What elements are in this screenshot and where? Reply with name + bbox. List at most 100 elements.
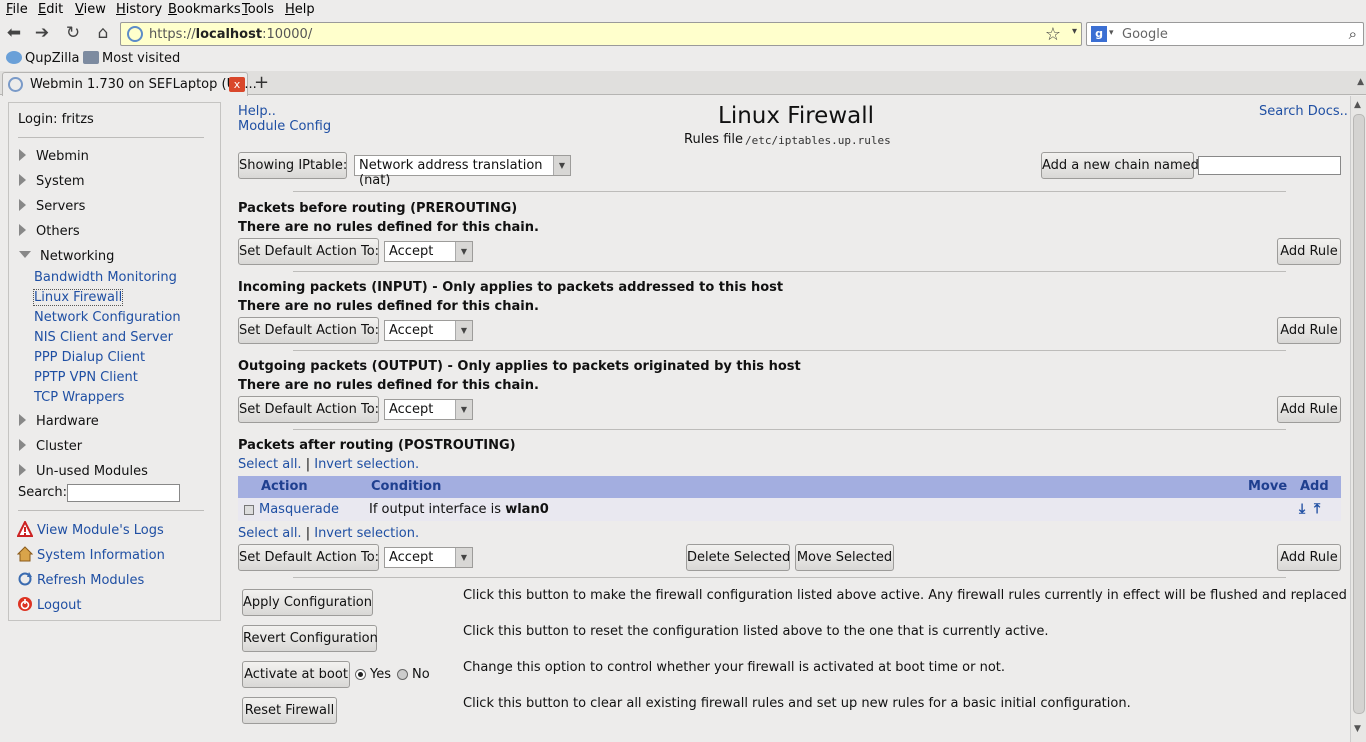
delete-selected-button[interactable]: Delete Selected [686,544,790,571]
url-text: https://localhost:10000/ [149,27,313,42]
scroll-down-icon[interactable]: ▼ [1354,724,1361,734]
rules-file-label: Rules file [684,132,744,147]
module-config-link[interactable]: Module Config [238,119,331,134]
search-bar[interactable]: g ▾ Google ⌕ [1086,22,1364,46]
reload-icon[interactable]: ↻ [63,23,83,43]
module-pptp-vpn[interactable]: PPTP VPN Client [34,370,138,385]
module-ppp-dialup[interactable]: PPP Dialup Client [34,350,145,365]
bookmark-qupzilla[interactable]: QupZilla [6,51,79,66]
menu-history[interactable]: History [116,2,162,17]
add-rule-button[interactable]: Add Rule [1277,317,1341,344]
scrollbar-thumb[interactable] [1353,114,1365,714]
default-action-select[interactable]: Accept ▼ [384,399,473,420]
category-servers[interactable]: Servers [19,199,85,214]
category-label: Networking [40,249,115,264]
vertical-scrollbar[interactable]: ▲ ▼ [1350,96,1366,742]
system-information-link[interactable]: System Information [17,546,165,563]
showing-iptable-button[interactable]: Showing IPtable: [238,152,347,179]
url-bar[interactable]: https://localhost:10000/ ☆ ▾ [120,22,1082,46]
default-action-select[interactable]: Accept ▼ [384,320,473,341]
category-cluster[interactable]: Cluster [19,439,82,454]
set-default-action-button[interactable]: Set Default Action To: [238,238,379,265]
category-webmin[interactable]: Webmin [19,149,89,164]
login-label: Login: fritzs [18,112,94,127]
default-action-value: Accept [389,244,434,259]
category-hardware[interactable]: Hardware [19,414,99,429]
module-tcp-wrappers[interactable]: TCP Wrappers [34,390,124,405]
sidebar-search-input[interactable] [67,484,180,502]
search-placeholder: Google [1122,27,1168,42]
activate-at-boot-button[interactable]: Activate at boot [242,661,350,688]
link-label: View Module's Logs [37,523,164,538]
boot-yes-radio[interactable] [355,669,366,680]
iptable-select-value: Network address translation (nat) [359,158,543,188]
search-icon[interactable]: ⌕ [1349,25,1357,43]
add-rule-above-icon[interactable]: ⤒ [1314,501,1320,517]
move-selected-button[interactable]: Move Selected [795,544,894,571]
logout-link[interactable]: Logout [17,596,82,613]
menu-help[interactable]: Help [285,2,315,17]
help-link[interactable]: Help.. [238,104,276,119]
reset-firewall-button[interactable]: Reset Firewall [242,697,337,724]
default-action-select[interactable]: Accept ▼ [384,547,473,568]
category-label: System [36,174,85,189]
tab-webmin[interactable]: Webmin 1.730 on SEFLaptop (Ub... x [2,72,257,96]
category-system[interactable]: System [19,174,84,189]
url-dropdown-icon[interactable]: ▾ [1072,26,1077,37]
module-bandwidth-monitoring[interactable]: Bandwidth Monitoring [34,270,177,285]
default-action-select[interactable]: Accept ▼ [384,241,473,262]
chain-name-input[interactable] [1198,156,1341,175]
set-default-action-button[interactable]: Set Default Action To: [238,544,379,571]
tab-bar: Webmin 1.730 on SEFLaptop (Ub... x + ▲ [0,71,1366,96]
select-all-link[interactable]: Select all. [238,457,302,472]
menu-file[interactable]: File [6,2,28,17]
chain-postrouting-title: Packets after routing (POSTROUTING) [238,438,516,453]
apply-configuration-button[interactable]: Apply Configuration [242,589,373,616]
iptable-select[interactable]: Network address translation (nat) ▼ [354,155,571,188]
add-chain-button[interactable]: Add a new chain named: [1041,152,1203,179]
category-unused-modules[interactable]: Un-used Modules [19,464,148,479]
add-rule-button[interactable]: Add Rule [1277,544,1341,571]
module-linux-firewall[interactable]: Linux Firewall [32,289,124,306]
menu-view[interactable]: View [75,2,106,17]
rule-action-link[interactable]: Masquerade [259,502,339,517]
revert-configuration-button[interactable]: Revert Configuration [242,625,378,652]
menu-tools[interactable]: Tools [242,2,274,17]
bookmark-star-icon[interactable]: ☆ [1045,24,1061,45]
boot-no-radio[interactable] [397,669,408,680]
chevron-down-icon: ▼ [455,321,472,340]
menu-edit[interactable]: Edit [38,2,63,17]
tab-list-icon[interactable]: ▲ [1357,77,1364,87]
boot-no-label: No [412,667,430,682]
module-nis-client-server[interactable]: NIS Client and Server [34,330,173,345]
category-others[interactable]: Others [19,224,80,239]
add-rule-button[interactable]: Add Rule [1277,396,1341,423]
invert-selection-link[interactable]: Invert selection. [314,457,419,472]
home-icon [17,546,33,562]
menu-bookmarks[interactable]: Bookmarks [168,2,241,17]
add-rule-below-icon[interactable]: ⤓ [1299,501,1305,517]
bookmark-most-visited[interactable]: Most visited [83,51,180,66]
back-icon[interactable]: ⬅ [4,23,24,43]
set-default-action-button[interactable]: Set Default Action To: [238,396,379,423]
search-docs-link[interactable]: Search Docs.. [1259,104,1348,119]
column-add: Add [1300,479,1329,494]
select-all-link[interactable]: Select all. [238,526,302,541]
forward-icon[interactable]: ➔ [32,23,52,43]
search-engine-dropdown-icon[interactable]: ▾ [1109,28,1114,38]
tab-close-icon[interactable]: x [229,77,245,92]
refresh-modules-link[interactable]: Refresh Modules [17,571,144,588]
invert-selection-link[interactable]: Invert selection. [314,526,419,541]
google-icon[interactable]: g [1091,26,1107,42]
set-default-action-button[interactable]: Set Default Action To: [238,317,379,344]
scroll-up-icon[interactable]: ▲ [1354,100,1361,110]
category-networking[interactable]: Networking [19,249,114,264]
add-rule-button[interactable]: Add Rule [1277,238,1341,265]
home-icon[interactable]: ⌂ [93,23,113,43]
module-network-configuration[interactable]: Network Configuration [34,310,181,325]
view-module-logs-link[interactable]: View Module's Logs [17,521,164,538]
divider [18,137,204,138]
bookmarks-bar: QupZilla Most visited [0,48,1366,71]
row-checkbox[interactable] [244,505,254,515]
new-tab-button[interactable]: + [254,72,269,93]
